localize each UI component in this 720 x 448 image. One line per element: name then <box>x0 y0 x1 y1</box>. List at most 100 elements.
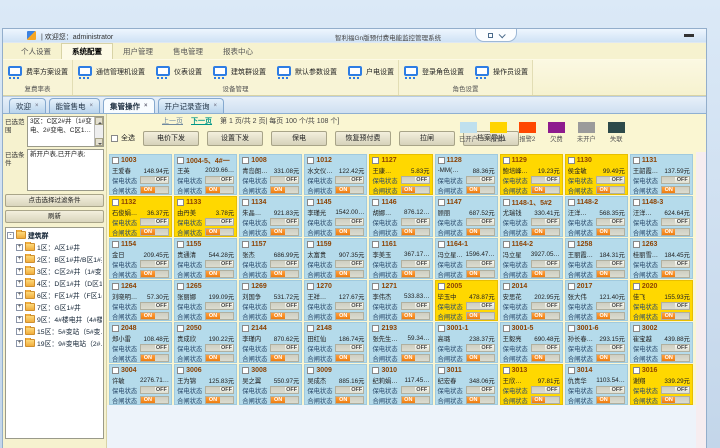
meter-card[interactable]: 1157 张杰 686.99元 保电状态 OFF 合闸状态 ON <box>239 238 302 279</box>
card-checkbox[interactable] <box>503 199 510 206</box>
hezha-toggle[interactable]: ON <box>596 186 625 194</box>
card-checkbox[interactable] <box>633 157 640 164</box>
refresh-button[interactable]: 刷新 <box>5 210 104 223</box>
document-tab[interactable]: 开户记录查询 × <box>158 98 225 113</box>
card-checkbox[interactable] <box>633 241 640 248</box>
hezha-toggle[interactable]: ON <box>596 396 625 404</box>
baodian-toggle[interactable]: OFF <box>140 176 169 184</box>
meter-card[interactable]: 1003 王爱春 148.94元 保电状态 OFF 合闸状态 ON <box>109 154 172 195</box>
card-checkbox[interactable] <box>112 283 119 290</box>
card-checkbox[interactable] <box>242 241 249 248</box>
card-checkbox[interactable] <box>568 157 575 164</box>
baodian-toggle[interactable]: OFF <box>335 218 364 226</box>
chevron-down-icon[interactable] <box>499 31 506 38</box>
baodian-toggle[interactable]: OFF <box>335 344 364 352</box>
baodian-toggle[interactable]: OFF <box>401 260 430 268</box>
tree-item[interactable]: + 7区：G区1#井 <box>7 302 102 312</box>
baodian-toggle[interactable]: OFF <box>466 260 495 268</box>
expand-icon[interactable]: + <box>16 292 23 299</box>
meter-card[interactable]: 1146 胡娜… 876.12… 保电状态 OFF 合闸状态 ON <box>369 196 432 237</box>
card-checkbox[interactable] <box>112 367 119 374</box>
meter-card[interactable]: 1148-3 汪洋… 624.64元 保电状态 OFF 合闸状态 ON <box>630 196 693 237</box>
meter-card[interactable]: 1269 刘国争 531.72元 保电状态 OFF 合闸状态 ON <box>239 280 302 321</box>
meter-card[interactable]: 1164-2 冯立星 3927.05… 保电状态 OFF 合闸状态 ON <box>500 238 563 279</box>
baodian-toggle[interactable]: OFF <box>531 260 560 268</box>
meter-card[interactable]: 2144 李瑾内 870.62元 保电状态 OFF 合闸状态 ON <box>239 322 302 363</box>
meter-card[interactable]: 1155 贵通清 544.28元 保电状态 OFF 合闸状态 ON <box>174 238 237 279</box>
action-button[interactable]: 恢复预付费 <box>335 131 391 146</box>
meter-card[interactable]: 2148 田红仙 186.74元 保电状态 OFF 合闸状态 ON <box>304 322 367 363</box>
card-checkbox[interactable] <box>372 241 379 248</box>
meter-card[interactable]: 3013 王欣… 97.81元 保电状态 OFF 合闸状态 ON <box>500 364 563 405</box>
hezha-toggle[interactable]: ON <box>466 396 495 404</box>
meter-card[interactable]: 2050 贵成欣 190.22元 保电状态 OFF 合闸状态 ON <box>174 322 237 363</box>
baodian-toggle[interactable]: OFF <box>401 344 430 352</box>
card-checkbox[interactable] <box>242 325 249 332</box>
meter-card[interactable]: 3001-1 高璐 238.37元 保电状态 OFF 合闸状态 ON <box>435 322 498 363</box>
hezha-toggle[interactable]: ON <box>205 186 234 194</box>
hezha-toggle[interactable]: ON <box>205 228 234 236</box>
baodian-toggle[interactable]: OFF <box>661 344 690 352</box>
hezha-toggle[interactable]: ON <box>531 396 560 404</box>
baodian-toggle[interactable]: OFF <box>335 260 364 268</box>
ribbon-button[interactable]: 登录角色设置 <box>403 66 464 79</box>
hezha-toggle[interactable]: ON <box>140 270 169 278</box>
hezha-toggle[interactable]: ON <box>466 312 495 320</box>
baodian-toggle[interactable]: OFF <box>140 260 169 268</box>
meter-card[interactable]: 1270 王祥… 127.67元 保电状态 OFF 合闸状态 ON <box>304 280 367 321</box>
baodian-toggle[interactable]: OFF <box>335 386 364 394</box>
card-checkbox[interactable] <box>438 241 445 248</box>
ribbon-button[interactable]: 建筑群设置 <box>212 66 266 79</box>
baodian-toggle[interactable]: OFF <box>531 386 560 394</box>
hezha-toggle[interactable]: ON <box>596 312 625 320</box>
hezha-toggle[interactable]: ON <box>661 270 690 278</box>
baodian-toggle[interactable]: OFF <box>140 344 169 352</box>
hezha-toggle[interactable]: ON <box>335 270 364 278</box>
hezha-toggle[interactable]: ON <box>466 270 495 278</box>
baodian-toggle[interactable]: OFF <box>466 386 495 394</box>
selected-range-box[interactable]: 3区：C区2#井（1#变电、2#变电、C区1… <box>27 116 104 147</box>
card-checkbox[interactable] <box>372 367 379 374</box>
tree-item[interactable]: + 9区：4#楼电井（4#楼… <box>7 314 102 324</box>
baodian-toggle[interactable]: OFF <box>531 218 560 226</box>
baodian-toggle[interactable]: OFF <box>270 344 299 352</box>
card-checkbox[interactable] <box>372 199 379 206</box>
hezha-toggle[interactable]: ON <box>401 228 430 236</box>
meter-card[interactable]: 3006 王为锦 125.83元 保电状态 OFF 合闸状态 ON <box>174 364 237 405</box>
customize-icon[interactable] <box>488 33 493 38</box>
hezha-toggle[interactable]: ON <box>205 354 234 362</box>
card-checkbox[interactable] <box>177 241 184 248</box>
close-icon[interactable]: × <box>35 103 39 109</box>
baodian-toggle[interactable]: OFF <box>205 344 234 352</box>
expand-icon[interactable]: + <box>16 268 23 275</box>
card-checkbox[interactable] <box>307 325 314 332</box>
baodian-toggle[interactable]: OFF <box>596 176 625 184</box>
meter-card[interactable]: 1008 青岛朗… 331.08元 保电状态 OFF 合闸状态 ON <box>239 154 302 195</box>
ribbon-button[interactable]: 通信管理机设置 <box>77 66 145 79</box>
hezha-toggle[interactable]: ON <box>335 354 364 362</box>
hezha-toggle[interactable]: ON <box>531 354 560 362</box>
hezha-toggle[interactable]: ON <box>205 396 234 404</box>
meter-card[interactable]: 2020 佳飞 155.93元 保电状态 OFF 合闸状态 ON <box>630 280 693 321</box>
vertical-scrollbar[interactable] <box>696 152 706 448</box>
expand-icon[interactable]: + <box>16 316 23 323</box>
meter-card[interactable]: 1263 桂丽雪… 184.45元 保电状态 OFF 合闸状态 ON <box>630 238 693 279</box>
card-checkbox[interactable] <box>568 367 575 374</box>
card-checkbox[interactable] <box>242 367 249 374</box>
hezha-toggle[interactable]: ON <box>140 228 169 236</box>
card-checkbox[interactable] <box>372 283 379 290</box>
document-tab[interactable]: 欢迎 × <box>9 98 46 113</box>
card-checkbox[interactable] <box>112 241 119 248</box>
hezha-toggle[interactable]: ON <box>270 228 299 236</box>
baodian-toggle[interactable]: OFF <box>466 302 495 310</box>
baodian-toggle[interactable]: OFF <box>596 260 625 268</box>
baodian-toggle[interactable]: OFF <box>270 302 299 310</box>
hezha-toggle[interactable]: ON <box>661 354 690 362</box>
baodian-toggle[interactable]: OFF <box>270 386 299 394</box>
meter-card[interactable]: 3008 吴之翼 550.97元 保电状态 OFF 合闸状态 ON <box>239 364 302 405</box>
baodian-toggle[interactable]: OFF <box>531 176 560 184</box>
baodian-toggle[interactable]: OFF <box>270 218 299 226</box>
action-button[interactable]: 电价下发 <box>143 131 199 146</box>
hezha-toggle[interactable]: ON <box>401 270 430 278</box>
meter-card[interactable]: 3016 谢翔 339.29元 保电状态 OFF 合闸状态 ON <box>630 364 693 405</box>
